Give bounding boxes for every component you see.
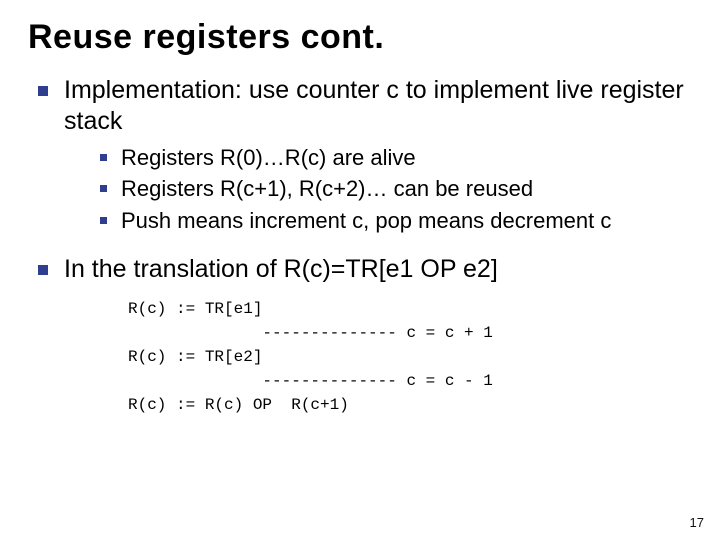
bullet-icon — [100, 185, 107, 192]
slide: Reuse registers cont. Implementation: us… — [0, 0, 720, 540]
page-title: Reuse registers cont. — [28, 18, 692, 57]
bullet-icon — [38, 265, 48, 275]
bullet-text: Registers R(0)…R(c) are alive — [121, 144, 416, 172]
code-block: R(c) := TR[e1] -------------- c = c + 1 … — [128, 297, 692, 417]
bullet-icon — [100, 217, 107, 224]
bullet-text: Registers R(c+1), R(c+2)… can be reused — [121, 175, 533, 203]
bullet-text: Push means increment c, pop means decrem… — [121, 207, 611, 235]
subbullet-pushpop: Push means increment c, pop means decrem… — [100, 207, 692, 235]
page-number: 17 — [690, 515, 704, 530]
bullet-implementation: Implementation: use counter c to impleme… — [38, 75, 692, 138]
spacer — [28, 238, 692, 248]
bullet-text: Implementation: use counter c to impleme… — [64, 75, 692, 138]
bullet-translation: In the translation of R(c)=TR[e1 OP e2] — [38, 254, 692, 285]
bullet-icon — [38, 86, 48, 96]
bullet-text: In the translation of R(c)=TR[e1 OP e2] — [64, 254, 498, 285]
subbullet-reused: Registers R(c+1), R(c+2)… can be reused — [100, 175, 692, 203]
subbullet-alive: Registers R(0)…R(c) are alive — [100, 144, 692, 172]
bullet-icon — [100, 154, 107, 161]
